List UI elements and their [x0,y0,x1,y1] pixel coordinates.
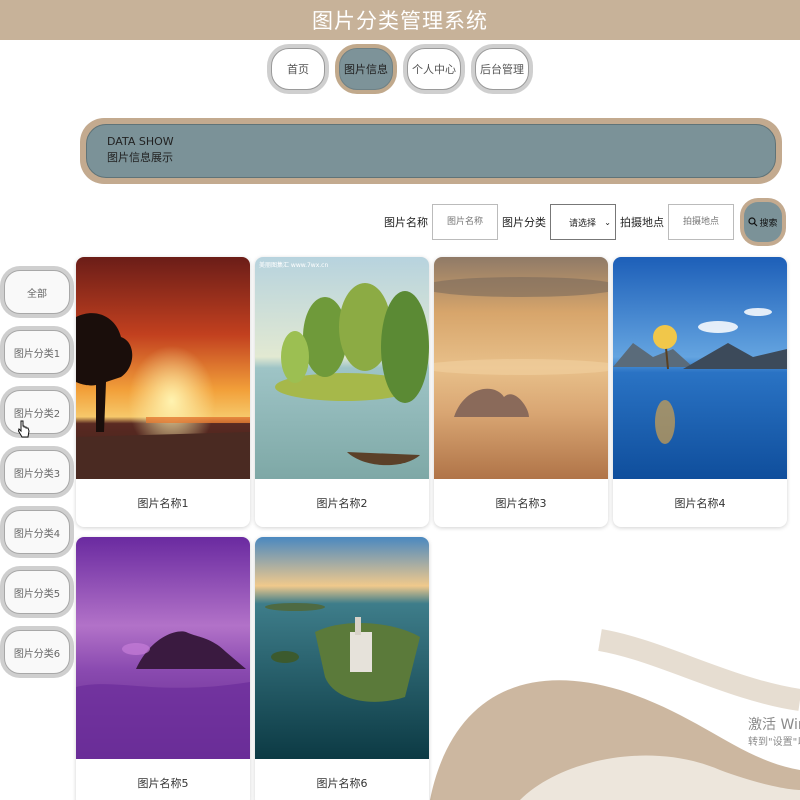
category-label: 图片分类3 [4,450,70,494]
image-name: 图片名称4 [674,497,726,510]
image-name: 图片名称2 [316,497,368,510]
image-watermark: 美丽图集汇 www.7wx.cn [259,262,329,269]
image-thumbnail[interactable] [434,257,608,479]
search-button[interactable]: 搜索 [740,198,786,246]
app-header: 图片分类管理系统 [0,0,800,40]
search-category-value: 请选择 [569,218,597,229]
nav-admin-label: 后台管理 [475,48,529,90]
search-bar: 图片名称 图片分类 请选择 ⌄ 拍摄地点 搜索 [384,198,786,246]
nav-home-label: 首页 [271,48,325,90]
windows-activation-watermark: 激活 Windo 转到"设置"以激 [748,716,800,752]
search-location-label: 拍摄地点 [620,216,664,229]
search-category-label: 图片分类 [502,216,546,229]
category-label: 图片分类1 [4,330,70,374]
purple-sea-image [76,537,250,759]
watermark-line1: 激活 Windo [748,717,800,733]
image-grid: 图片名称1 美丽图集汇 www.7wx.cn 图片名称2 图片名称3 图片名称4… [76,257,788,800]
search-category-select[interactable]: 请选择 ⌄ [550,204,616,240]
app-title: 图片分类管理系统 [312,9,488,33]
nav-image-info-label: 图片信息 [339,48,393,90]
image-name: 图片名称6 [316,777,368,790]
chevron-down-icon: ⌄ [604,217,611,227]
image-card[interactable]: 图片名称3 [434,257,608,527]
category-label: 全部 [4,270,70,314]
category-3[interactable]: 图片分类3 [0,446,74,498]
lake-tree-image [613,257,787,479]
category-label: 图片分类2 [4,390,70,434]
category-label: 图片分类6 [4,630,70,674]
image-thumbnail[interactable] [76,537,250,759]
nav-admin[interactable]: 后台管理 [471,44,533,94]
image-card[interactable]: 图片名称1 [76,257,250,527]
sunset-tree-image [76,257,250,479]
category-label: 图片分类4 [4,510,70,554]
image-thumbnail[interactable] [255,537,429,759]
search-icon [748,217,758,227]
search-name-label: 图片名称 [384,216,428,229]
banner-title-en: DATA SHOW [107,135,174,148]
hand-cursor-icon [18,420,30,438]
image-name: 图片名称5 [137,777,189,790]
image-thumbnail[interactable] [76,257,250,479]
desert-clouds-image [434,257,608,479]
painted-lake-image [255,257,429,479]
category-5[interactable]: 图片分类5 [0,566,74,618]
image-thumbnail[interactable] [613,257,787,479]
category-all[interactable]: 全部 [0,266,74,318]
image-card[interactable]: 图片名称5 [76,537,250,800]
search-name-input[interactable] [432,204,498,240]
nav-personal-center[interactable]: 个人中心 [403,44,465,94]
image-card[interactable]: 图片名称4 [613,257,787,527]
main-nav: 首页 图片信息 个人中心 后台管理 [0,44,800,94]
image-name: 图片名称3 [495,497,547,510]
image-thumbnail[interactable]: 美丽图集汇 www.7wx.cn [255,257,429,479]
category-6[interactable]: 图片分类6 [0,626,74,678]
image-name: 图片名称1 [137,497,189,510]
nav-image-info[interactable]: 图片信息 [335,44,397,94]
nav-home[interactable]: 首页 [267,44,329,94]
aerial-island-image [255,537,429,759]
category-1[interactable]: 图片分类1 [0,326,74,378]
category-2[interactable]: 图片分类2 [0,386,74,438]
section-banner: DATA SHOW 图片信息展示 [80,118,782,184]
banner-title-cn: 图片信息展示 [107,151,173,164]
nav-personal-center-label: 个人中心 [407,48,461,90]
search-location-input[interactable] [668,204,734,240]
category-sidebar: 全部 图片分类1 图片分类2 图片分类3 图片分类4 图片分类5 图片分类6 [0,266,74,678]
search-button-label: 搜索 [759,218,778,229]
image-card[interactable]: 美丽图集汇 www.7wx.cn 图片名称2 [255,257,429,527]
category-label: 图片分类5 [4,570,70,614]
watermark-line2: 转到"设置"以激 [748,737,800,748]
category-4[interactable]: 图片分类4 [0,506,74,558]
image-card[interactable]: 图片名称6 [255,537,429,800]
